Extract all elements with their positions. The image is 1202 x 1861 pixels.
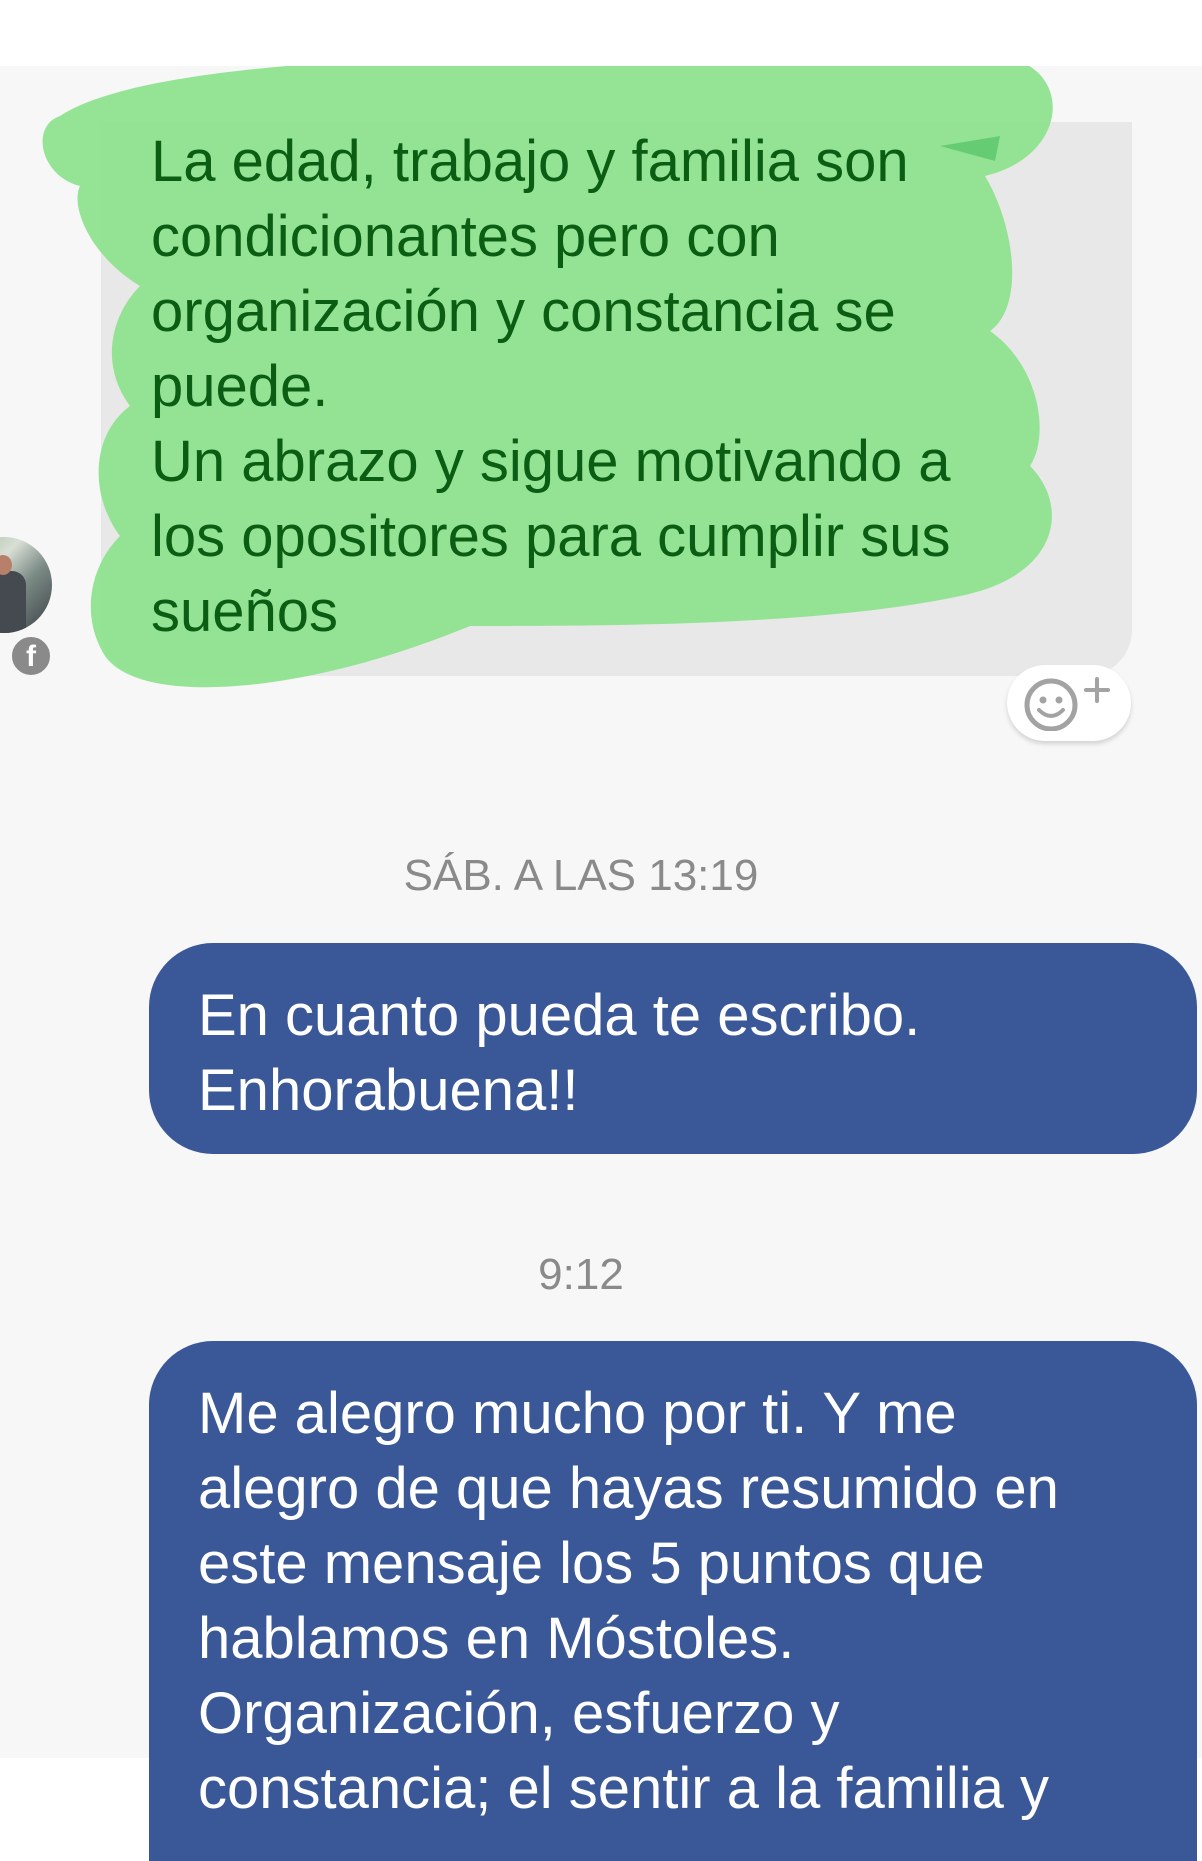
chat-thread[interactable]: La edad, trabajo y familia son condicion… [0, 66, 1202, 1861]
contact-avatar[interactable] [0, 537, 52, 633]
add-reaction-button[interactable] [1007, 665, 1131, 741]
avatar-person-figure [0, 571, 26, 633]
outgoing-message-bubble[interactable]: En cuanto pueda te escribo. Enhorabuena!… [149, 943, 1197, 1154]
message-timestamp: SÁB. A LAS 13:19 [403, 851, 759, 900]
add-reaction-icon [1024, 677, 1110, 731]
top-bar [0, 0, 1202, 66]
outgoing-message-text: Me alegro mucho por ti. Y me alegro de q… [198, 1381, 1059, 1821]
outgoing-message-text: En cuanto pueda te escribo. Enhorabuena!… [198, 983, 921, 1123]
incoming-message-text: La edad, trabajo y familia son condicion… [151, 129, 951, 644]
facebook-icon: f [8, 633, 54, 679]
message-timestamp: 9:12 [538, 1250, 624, 1299]
outgoing-message-bubble[interactable]: Me alegro mucho por ti. Y me alegro de q… [149, 1341, 1197, 1861]
